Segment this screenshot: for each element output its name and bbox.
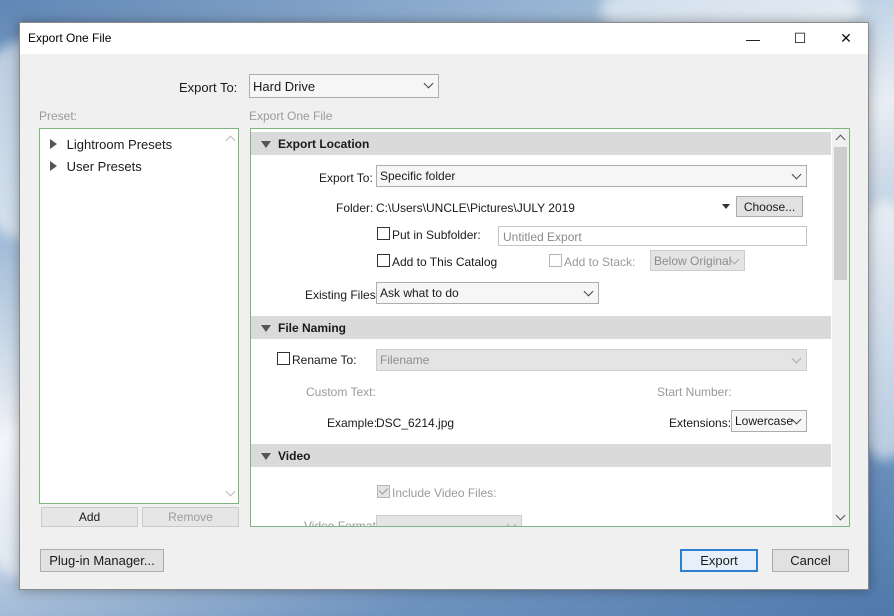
close-icon: ✕ xyxy=(840,30,852,46)
video-header[interactable]: Video xyxy=(251,444,831,467)
chevron-down-icon xyxy=(506,519,517,526)
location-export-to-label: Export To: xyxy=(319,171,373,185)
subfolder-checkbox[interactable] xyxy=(377,227,390,240)
preset-folder-label: Lightroom Presets xyxy=(66,137,173,152)
settings-panel: Export Location Export To: Specific fold… xyxy=(250,128,850,527)
close-button[interactable]: ✕ xyxy=(823,23,869,54)
location-export-to-value: Specific folder xyxy=(380,169,456,183)
existing-files-value: Ask what to do xyxy=(380,286,459,300)
maximize-button[interactable]: ☐ xyxy=(777,23,823,54)
settings-scrollbar[interactable] xyxy=(832,129,849,526)
section-title: Export Location xyxy=(278,137,370,151)
custom-text-label: Custom Text: xyxy=(306,385,376,399)
plugin-manager-button[interactable]: Plug-in Manager... xyxy=(40,549,164,572)
collapse-arrow-icon xyxy=(261,453,271,460)
export-to-value: Hard Drive xyxy=(253,79,316,94)
settings-header: Export One File xyxy=(249,109,333,123)
export-to-select[interactable]: Hard Drive xyxy=(249,74,439,98)
example-value: DSC_6214.jpg xyxy=(376,416,455,430)
preset-folder-label: User Presets xyxy=(66,159,142,174)
rename-template-select[interactable]: Filename xyxy=(376,349,807,371)
extensions-value: Lowercase xyxy=(735,414,794,428)
window-title: Export One File xyxy=(28,31,112,45)
section-title: File Naming xyxy=(278,321,347,335)
include-video-checkbox[interactable] xyxy=(377,485,390,498)
extensions-select[interactable]: Lowercase xyxy=(731,410,807,432)
choose-folder-button[interactable]: Choose... xyxy=(736,196,803,217)
folder-path: C:\Users\UNCLE\Pictures\JULY 2019 xyxy=(376,201,575,215)
scroll-up-icon[interactable] xyxy=(225,135,236,146)
stack-position-select[interactable]: Below Original xyxy=(650,250,745,271)
folder-label: Folder: xyxy=(336,201,374,215)
file-naming-header[interactable]: File Naming xyxy=(251,316,831,339)
preset-scrollbar[interactable] xyxy=(222,129,238,503)
minimize-button[interactable]: — xyxy=(730,23,776,54)
export-button[interactable]: Export xyxy=(680,549,758,572)
minimize-icon: — xyxy=(746,30,760,47)
export-dialog: Export One File — ☐ ✕ Export To: Hard Dr… xyxy=(19,22,869,590)
chevron-down-icon xyxy=(423,78,434,89)
preset-folder-user[interactable]: User Presets xyxy=(50,159,142,174)
rename-template-value: Filename xyxy=(380,353,430,367)
folder-history-icon[interactable] xyxy=(722,204,730,209)
add-stack-label: Add to Stack: xyxy=(564,255,636,269)
video-format-select[interactable] xyxy=(376,515,522,526)
expand-arrow-icon xyxy=(50,161,57,171)
subfolder-value: Untitled Export xyxy=(503,230,582,244)
scroll-up-icon[interactable] xyxy=(835,134,846,145)
cancel-button[interactable]: Cancel xyxy=(772,549,849,572)
subfolder-label: Put in Subfolder: xyxy=(392,228,481,242)
chevron-down-icon xyxy=(791,169,802,180)
export-to-label: Export To: xyxy=(179,80,238,95)
extensions-label: Extensions: xyxy=(669,416,732,430)
existing-files-label: Existing Files: xyxy=(305,288,380,302)
maximize-icon: ☐ xyxy=(793,30,807,46)
preset-list[interactable]: Lightroom Presets User Presets xyxy=(39,128,239,504)
section-title: Video xyxy=(278,449,311,463)
collapse-arrow-icon xyxy=(261,141,271,148)
stack-position-value: Below Original xyxy=(654,254,732,268)
add-stack-checkbox[interactable] xyxy=(549,254,562,267)
chevron-down-icon xyxy=(791,353,802,364)
rename-label: Rename To: xyxy=(292,353,357,367)
chevron-down-icon xyxy=(791,414,802,425)
scroll-down-icon[interactable] xyxy=(835,510,846,521)
expand-arrow-icon xyxy=(50,139,57,149)
title-bar: Export One File — ☐ ✕ xyxy=(20,23,868,54)
start-number-label: Start Number: xyxy=(657,385,732,399)
subfolder-input[interactable]: Untitled Export xyxy=(498,226,807,246)
chevron-down-icon xyxy=(583,286,594,297)
scroll-thumb[interactable] xyxy=(834,147,847,280)
collapse-arrow-icon xyxy=(261,325,271,332)
remove-preset-button[interactable]: Remove xyxy=(142,507,239,527)
export-location-header[interactable]: Export Location xyxy=(251,132,831,155)
add-catalog-checkbox[interactable] xyxy=(377,254,390,267)
video-format-label: Video Format: xyxy=(304,519,380,527)
location-export-to-select[interactable]: Specific folder xyxy=(376,165,807,187)
existing-files-select[interactable]: Ask what to do xyxy=(376,282,599,304)
preset-label: Preset: xyxy=(39,109,78,123)
include-video-label: Include Video Files: xyxy=(392,486,497,500)
preset-folder-lightroom[interactable]: Lightroom Presets xyxy=(50,137,172,152)
example-label: Example: xyxy=(327,416,378,430)
add-preset-button[interactable]: Add xyxy=(41,507,138,527)
scroll-down-icon[interactable] xyxy=(225,486,236,497)
checkmark-icon xyxy=(378,485,389,495)
rename-checkbox[interactable] xyxy=(277,352,290,365)
add-catalog-label: Add to This Catalog xyxy=(392,255,498,269)
